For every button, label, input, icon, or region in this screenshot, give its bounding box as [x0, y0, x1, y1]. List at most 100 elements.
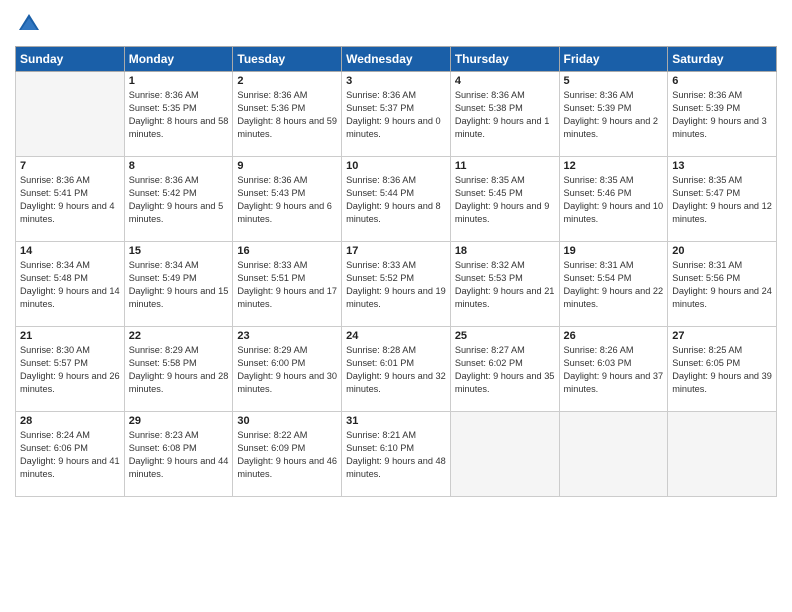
day-number: 13 [672, 160, 772, 172]
day-info: Sunrise: 8:29 AMSunset: 5:58 PMDaylight:… [129, 344, 229, 396]
day-info: Sunrise: 8:31 AMSunset: 5:56 PMDaylight:… [672, 259, 772, 311]
day-info: Sunrise: 8:35 AMSunset: 5:47 PMDaylight:… [672, 174, 772, 226]
calendar-cell: 10 Sunrise: 8:36 AMSunset: 5:44 PMDayligh… [342, 157, 451, 242]
calendar-page: SundayMondayTuesdayWednesdayThursdayFrid… [0, 0, 792, 612]
calendar-cell: 24 Sunrise: 8:28 AMSunset: 6:01 PMDayligh… [342, 327, 451, 412]
calendar-cell: 23 Sunrise: 8:29 AMSunset: 6:00 PMDayligh… [233, 327, 342, 412]
day-number: 1 [129, 75, 229, 87]
day-number: 7 [20, 160, 120, 172]
day-number: 24 [346, 330, 446, 342]
day-info: Sunrise: 8:27 AMSunset: 6:02 PMDaylight:… [455, 344, 555, 396]
day-number: 20 [672, 245, 772, 257]
day-info: Sunrise: 8:36 AMSunset: 5:36 PMDaylight:… [237, 89, 337, 141]
calendar-cell: 6 Sunrise: 8:36 AMSunset: 5:39 PMDaylight… [668, 72, 777, 157]
calendar-week-row: 14 Sunrise: 8:34 AMSunset: 5:48 PMDayligh… [16, 242, 777, 327]
logo [15, 10, 47, 38]
calendar-cell: 2 Sunrise: 8:36 AMSunset: 5:36 PMDaylight… [233, 72, 342, 157]
day-number: 18 [455, 245, 555, 257]
day-number: 26 [564, 330, 664, 342]
weekday-header: Friday [559, 47, 668, 72]
calendar-cell: 9 Sunrise: 8:36 AMSunset: 5:43 PMDaylight… [233, 157, 342, 242]
calendar-cell: 11 Sunrise: 8:35 AMSunset: 5:45 PMDayligh… [450, 157, 559, 242]
day-number: 22 [129, 330, 229, 342]
day-info: Sunrise: 8:24 AMSunset: 6:06 PMDaylight:… [20, 429, 120, 481]
calendar-cell: 13 Sunrise: 8:35 AMSunset: 5:47 PMDayligh… [668, 157, 777, 242]
day-number: 25 [455, 330, 555, 342]
day-number: 21 [20, 330, 120, 342]
day-number: 31 [346, 415, 446, 427]
day-number: 23 [237, 330, 337, 342]
calendar-cell: 16 Sunrise: 8:33 AMSunset: 5:51 PMDayligh… [233, 242, 342, 327]
calendar-cell: 7 Sunrise: 8:36 AMSunset: 5:41 PMDaylight… [16, 157, 125, 242]
calendar-cell [668, 412, 777, 497]
weekday-header: Tuesday [233, 47, 342, 72]
day-info: Sunrise: 8:25 AMSunset: 6:05 PMDaylight:… [672, 344, 772, 396]
day-info: Sunrise: 8:36 AMSunset: 5:41 PMDaylight:… [20, 174, 120, 226]
day-number: 5 [564, 75, 664, 87]
day-number: 16 [237, 245, 337, 257]
calendar-cell [450, 412, 559, 497]
calendar-cell: 8Sunrise: 8:36 AMSunset: 5:42 PMDaylight… [124, 157, 233, 242]
day-number: 6 [672, 75, 772, 87]
day-number: 12 [564, 160, 664, 172]
day-number: 2 [237, 75, 337, 87]
calendar-week-row: 1Sunrise: 8:36 AMSunset: 5:35 PMDaylight… [16, 72, 777, 157]
day-number: 14 [20, 245, 120, 257]
weekday-header: Monday [124, 47, 233, 72]
day-info: Sunrise: 8:32 AMSunset: 5:53 PMDaylight:… [455, 259, 555, 311]
day-info: Sunrise: 8:35 AMSunset: 5:45 PMDaylight:… [455, 174, 555, 226]
day-number: 27 [672, 330, 772, 342]
weekday-header: Thursday [450, 47, 559, 72]
calendar-cell: 25 Sunrise: 8:27 AMSunset: 6:02 PMDayligh… [450, 327, 559, 412]
calendar-table: SundayMondayTuesdayWednesdayThursdayFrid… [15, 46, 777, 497]
page-header [15, 10, 777, 38]
day-info: Sunrise: 8:36 AMSunset: 5:39 PMDaylight:… [564, 89, 664, 141]
calendar-cell: 21 Sunrise: 8:30 AMSunset: 5:57 PMDayligh… [16, 327, 125, 412]
day-number: 29 [129, 415, 229, 427]
day-number: 19 [564, 245, 664, 257]
calendar-cell: 22 Sunrise: 8:29 AMSunset: 5:58 PMDayligh… [124, 327, 233, 412]
day-info: Sunrise: 8:36 AMSunset: 5:44 PMDaylight:… [346, 174, 446, 226]
weekday-header: Saturday [668, 47, 777, 72]
day-info: Sunrise: 8:28 AMSunset: 6:01 PMDaylight:… [346, 344, 446, 396]
day-info: Sunrise: 8:35 AMSunset: 5:46 PMDaylight:… [564, 174, 664, 226]
calendar-cell: 14 Sunrise: 8:34 AMSunset: 5:48 PMDayligh… [16, 242, 125, 327]
weekday-header: Sunday [16, 47, 125, 72]
calendar-cell: 4Sunrise: 8:36 AMSunset: 5:38 PMDaylight… [450, 72, 559, 157]
calendar-week-row: 21 Sunrise: 8:30 AMSunset: 5:57 PMDayligh… [16, 327, 777, 412]
calendar-cell: 18 Sunrise: 8:32 AMSunset: 5:53 PMDayligh… [450, 242, 559, 327]
day-number: 10 [346, 160, 446, 172]
day-number: 8 [129, 160, 229, 172]
calendar-cell: 17 Sunrise: 8:33 AMSunset: 5:52 PMDayligh… [342, 242, 451, 327]
day-info: Sunrise: 8:30 AMSunset: 5:57 PMDaylight:… [20, 344, 120, 396]
day-number: 15 [129, 245, 229, 257]
calendar-cell: 31 Sunrise: 8:21 AMSunset: 6:10 PMDayligh… [342, 412, 451, 497]
day-number: 30 [237, 415, 337, 427]
day-info: Sunrise: 8:22 AMSunset: 6:09 PMDaylight:… [237, 429, 337, 481]
day-info: Sunrise: 8:36 AMSunset: 5:43 PMDaylight:… [237, 174, 337, 226]
day-info: Sunrise: 8:33 AMSunset: 5:51 PMDaylight:… [237, 259, 337, 311]
day-info: Sunrise: 8:26 AMSunset: 6:03 PMDaylight:… [564, 344, 664, 396]
day-info: Sunrise: 8:21 AMSunset: 6:10 PMDaylight:… [346, 429, 446, 481]
calendar-cell: 3 Sunrise: 8:36 AMSunset: 5:37 PMDaylight… [342, 72, 451, 157]
day-number: 11 [455, 160, 555, 172]
calendar-cell: 30 Sunrise: 8:22 AMSunset: 6:09 PMDayligh… [233, 412, 342, 497]
day-info: Sunrise: 8:34 AMSunset: 5:48 PMDaylight:… [20, 259, 120, 311]
day-info: Sunrise: 8:29 AMSunset: 6:00 PMDaylight:… [237, 344, 337, 396]
day-number: 3 [346, 75, 446, 87]
day-info: Sunrise: 8:36 AMSunset: 5:39 PMDaylight:… [672, 89, 772, 141]
day-number: 17 [346, 245, 446, 257]
day-info: Sunrise: 8:36 AMSunset: 5:37 PMDaylight:… [346, 89, 446, 141]
calendar-cell: 27 Sunrise: 8:25 AMSunset: 6:05 PMDayligh… [668, 327, 777, 412]
calendar-cell: 28Sunrise: 8:24 AMSunset: 6:06 PMDayligh… [16, 412, 125, 497]
calendar-cell: 20 Sunrise: 8:31 AMSunset: 5:56 PMDayligh… [668, 242, 777, 327]
day-info: Sunrise: 8:23 AMSunset: 6:08 PMDaylight:… [129, 429, 229, 481]
calendar-cell: 12 Sunrise: 8:35 AMSunset: 5:46 PMDayligh… [559, 157, 668, 242]
day-info: Sunrise: 8:33 AMSunset: 5:52 PMDaylight:… [346, 259, 446, 311]
day-number: 9 [237, 160, 337, 172]
calendar-week-row: 7 Sunrise: 8:36 AMSunset: 5:41 PMDaylight… [16, 157, 777, 242]
day-info: Sunrise: 8:34 AMSunset: 5:49 PMDaylight:… [129, 259, 229, 311]
weekday-header-row: SundayMondayTuesdayWednesdayThursdayFrid… [16, 47, 777, 72]
weekday-header: Wednesday [342, 47, 451, 72]
logo-icon [15, 10, 43, 38]
